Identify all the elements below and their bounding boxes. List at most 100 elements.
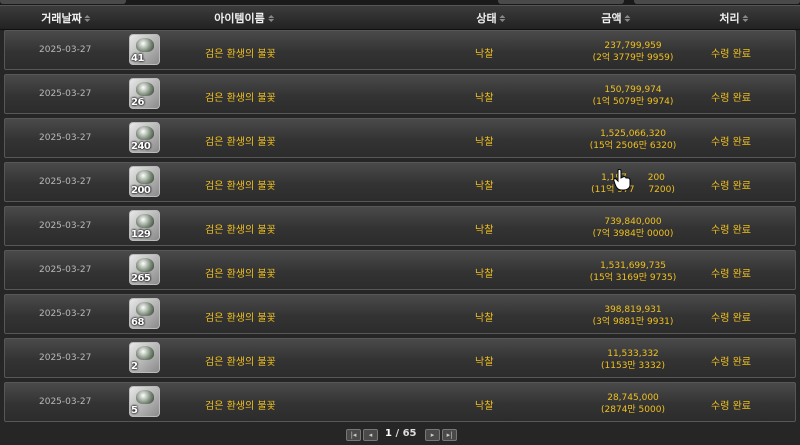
item-name: 검은 환생의 불꽃: [205, 181, 276, 192]
receive-result: 수령 완료: [711, 93, 751, 104]
sort-icon: [499, 14, 506, 22]
prev-page-icon[interactable]: ◂: [363, 429, 378, 441]
receive-result: 수령 완료: [711, 401, 751, 412]
header-amount[interactable]: 금액: [601, 10, 631, 26]
table-header: 거래날짜 아이템이름 상태 금액 처리: [0, 5, 800, 30]
table-row: 2025-03-27 2 검은 환생의 불꽃 낙찰 11,533,332 (115…: [4, 338, 796, 378]
trade-amount: 11,533,332 (1153만 3332): [583, 348, 683, 372]
trade-date: 2025-03-27: [39, 89, 92, 99]
trade-status: 낙찰: [475, 49, 494, 60]
trade-status: 낙찰: [475, 137, 494, 148]
trade-date: 2025-03-27: [39, 265, 92, 275]
amount-value: 1,197, 200: [583, 172, 683, 184]
pagination: |◂ ◂ 1 / 65 ▸ ▸|: [0, 428, 800, 441]
amount-value: 1,531,699,735: [600, 261, 666, 271]
item-level: 5: [131, 405, 138, 416]
trade-amount: 1,197, 200 (11억 977 7200): [583, 172, 683, 196]
trade-date: 2025-03-27: [39, 221, 92, 231]
trade-amount: 28,745,000 (2874만 5000): [583, 392, 683, 416]
header-item[interactable]: 아이템이름: [214, 10, 274, 26]
trade-status: 낙찰: [475, 401, 494, 412]
flame-item-icon[interactable]: 265: [129, 254, 160, 285]
amount-korean: (7억 3984만 0000): [592, 229, 674, 239]
total-pages: 65: [402, 428, 417, 439]
trade-date: 2025-03-27: [39, 177, 92, 187]
trade-status: 낙찰: [475, 181, 494, 192]
flame-item-icon[interactable]: 129: [129, 210, 160, 241]
top-tab-left[interactable]: [0, 0, 126, 4]
trade-date: 2025-03-27: [39, 133, 92, 143]
sort-icon: [742, 14, 749, 22]
item-name: 검은 환생의 불꽃: [205, 93, 276, 104]
table-row: 2025-03-27 200 검은 환생의 불꽃 낙찰 1,197, 200 (1…: [4, 162, 796, 202]
sort-icon: [84, 14, 91, 22]
amount-korean: (15억 2506만 6320): [589, 141, 677, 151]
table-row: 2025-03-27 5 검은 환생의 불꽃 낙찰 28,745,000 (287…: [4, 382, 796, 422]
item-name: 검은 환생의 불꽃: [205, 49, 276, 60]
amount-value: 237,799,959: [604, 41, 662, 51]
item-level: 68: [131, 317, 144, 328]
amount-value-part2: 200: [647, 173, 665, 183]
last-page-icon[interactable]: ▸|: [442, 429, 457, 441]
trade-date: 2025-03-27: [39, 353, 92, 363]
next-page-icon[interactable]: ▸: [425, 429, 440, 441]
trade-date: 2025-03-27: [39, 45, 92, 55]
header-amount-label: 금액: [601, 12, 622, 25]
header-result-label: 처리: [719, 12, 740, 25]
top-tab-right[interactable]: [634, 0, 800, 4]
table-row: 2025-03-27 129 검은 환생의 불꽃 낙찰 739,840,000 (…: [4, 206, 796, 246]
table-row: 2025-03-27 240 검은 환생의 불꽃 낙찰 1,525,066,32…: [4, 118, 796, 158]
header-date[interactable]: 거래날짜: [41, 10, 91, 26]
item-level: 129: [131, 229, 151, 240]
hand-cursor-icon: [613, 169, 631, 191]
amount-korean: (11억 977 7200): [583, 184, 683, 196]
receive-result: 수령 완료: [711, 225, 751, 236]
trade-amount: 150,799,974 (1억 5079만 9974): [583, 84, 683, 108]
item-level: 240: [131, 141, 151, 152]
trade-amount: 739,840,000 (7억 3984만 0000): [583, 216, 683, 240]
header-item-label: 아이템이름: [214, 12, 265, 25]
item-level: 2: [131, 361, 138, 372]
header-status-label: 상태: [476, 12, 497, 25]
table-row: 2025-03-27 68 검은 환생의 불꽃 낙찰 398,819,931 (3…: [4, 294, 796, 334]
trade-status: 낙찰: [475, 269, 494, 280]
flame-item-icon[interactable]: 26: [129, 78, 160, 109]
flame-item-icon[interactable]: 68: [129, 298, 160, 329]
item-name: 검은 환생의 불꽃: [205, 401, 276, 412]
amount-value: 28,745,000: [607, 393, 659, 403]
flame-item-icon[interactable]: 2: [129, 342, 160, 373]
receive-result: 수령 완료: [711, 137, 751, 148]
receive-result: 수령 완료: [711, 313, 751, 324]
trade-status: 낙찰: [475, 313, 494, 324]
item-name: 검은 환생의 불꽃: [205, 313, 276, 324]
page-indicator: 1 / 65: [385, 428, 417, 439]
trade-amount: 398,819,931 (3억 9881만 9931): [583, 304, 683, 328]
header-result[interactable]: 처리: [719, 10, 749, 26]
receive-result: 수령 완료: [711, 181, 751, 192]
trade-date: 2025-03-27: [39, 397, 92, 407]
item-name: 검은 환생의 불꽃: [205, 357, 276, 368]
item-name: 검은 환생의 불꽃: [205, 269, 276, 280]
amount-value: 739,840,000: [604, 217, 662, 227]
top-tab-middle[interactable]: [498, 0, 624, 4]
trade-amount: 1,531,699,735 (15억 3169만 9735): [583, 260, 683, 284]
flame-item-icon[interactable]: 240: [129, 122, 160, 153]
flame-item-icon[interactable]: 5: [129, 386, 160, 417]
trade-amount: 1,525,066,320 (15억 2506만 6320): [583, 128, 683, 152]
page-separator: /: [395, 428, 400, 439]
amount-korean: (1153만 3332): [601, 361, 665, 371]
item-name: 검은 환생의 불꽃: [205, 137, 276, 148]
header-status[interactable]: 상태: [476, 10, 506, 26]
first-page-icon[interactable]: |◂: [346, 429, 361, 441]
flame-item-icon[interactable]: 41: [129, 34, 160, 65]
table-row: 2025-03-27 41 검은 환생의 불꽃 낙찰 237,799,959 (2…: [4, 30, 796, 70]
item-level: 200: [131, 185, 151, 196]
flame-item-icon[interactable]: 200: [129, 166, 160, 197]
item-level: 265: [131, 273, 151, 284]
sort-icon: [267, 14, 274, 22]
trade-amount: 237,799,959 (2억 3779만 9959): [583, 40, 683, 64]
receive-result: 수령 완료: [711, 269, 751, 280]
amount-korean: (2874만 5000): [601, 405, 665, 415]
table-row: 2025-03-27 265 검은 환생의 불꽃 낙찰 1,531,699,73…: [4, 250, 796, 290]
receive-result: 수령 완료: [711, 49, 751, 60]
